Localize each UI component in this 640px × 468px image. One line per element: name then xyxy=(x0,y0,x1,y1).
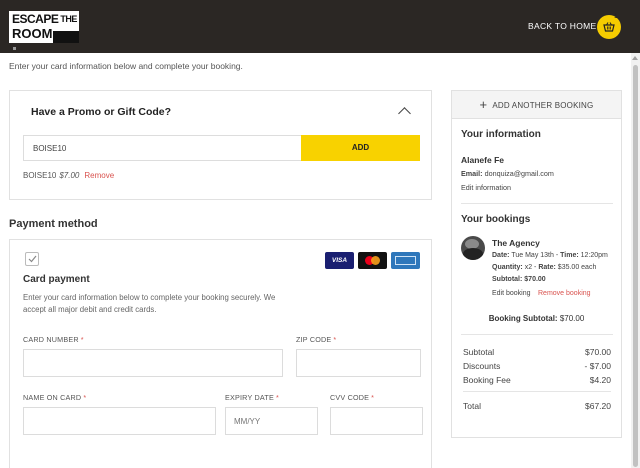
your-bookings-heading: Your bookings xyxy=(461,214,531,225)
summary-row-subtotal: Subtotal $70.00 xyxy=(463,347,611,357)
booking-subtotal-line: Subtotal: $70.00 xyxy=(492,276,546,283)
expiry-date-label: EXPIRY DATE * xyxy=(225,393,279,402)
logo-text-room: ROOM xyxy=(12,26,53,41)
card-payment-description: Enter your card information below to com… xyxy=(23,293,276,314)
customer-name: Alanefe Fe xyxy=(461,155,504,165)
card-number-label: CARD NUMBER * xyxy=(23,335,84,344)
add-promo-button[interactable]: ADD xyxy=(301,135,420,161)
your-information-heading: Your information xyxy=(461,129,541,140)
edit-booking-link[interactable]: Edit booking xyxy=(492,290,531,297)
cart-button[interactable] xyxy=(597,15,621,39)
booking-thumbnail xyxy=(461,236,485,260)
card-payment-checkbox[interactable] xyxy=(25,252,39,266)
card-payment-panel: Card payment Enter your card information… xyxy=(9,239,432,468)
name-on-card-label: NAME ON CARD * xyxy=(23,393,87,402)
remove-booking-link[interactable]: Remove booking xyxy=(538,290,591,297)
cvv-code-input[interactable] xyxy=(330,407,423,435)
back-to-home-link[interactable]: BACK TO HOME xyxy=(528,21,596,31)
escape-the-room-logo[interactable]: ESCAPE THE ROOM xyxy=(9,11,79,43)
cvv-code-label: CVV CODE * xyxy=(330,393,375,402)
promo-code-panel: Have a Promo or Gift Code? ADD BOISE10$7… xyxy=(9,90,432,200)
booking-title: The Agency xyxy=(492,238,540,248)
summary-row-booking-fee: Booking Fee $4.20 xyxy=(463,375,611,385)
divider xyxy=(463,391,611,392)
mastercard-icon xyxy=(358,252,387,269)
divider xyxy=(461,334,613,335)
applied-promo: BOISE10 $7.00 Remove xyxy=(23,171,114,180)
intro-text: Enter your card information below and co… xyxy=(9,61,243,71)
cart-count-badge: 1 xyxy=(614,14,618,20)
promo-code-input[interactable] xyxy=(23,135,302,161)
booking-subtotal: Booking Subtotal: $70.00 xyxy=(488,314,585,323)
applied-amount: $7.00 xyxy=(59,171,80,180)
customer-email: Email: donquiza@gmail.com xyxy=(461,169,554,178)
divider xyxy=(461,203,613,204)
summary-row-total: Total $67.20 xyxy=(463,401,611,411)
summary-row-discounts: Discounts - $7.00 xyxy=(463,361,611,371)
partial-heading-fragment xyxy=(13,47,16,50)
chevron-up-icon[interactable] xyxy=(398,107,411,120)
logo-text: ESCAPE THE xyxy=(12,12,77,26)
scroll-thumb[interactable] xyxy=(633,65,638,467)
page-scrollbar[interactable] xyxy=(631,53,640,468)
promo-title: Have a Promo or Gift Code? xyxy=(31,106,172,118)
applied-code: BOISE10 xyxy=(23,171,57,180)
zip-code-label: ZIP CODE * xyxy=(296,335,337,344)
booking-quantity-rate: Quantity: x2 - Rate: $35.00 each xyxy=(492,264,597,271)
payment-method-heading: Payment method xyxy=(9,218,98,230)
booking-summary-sidebar: + ADD ANOTHER BOOKING Your information Al… xyxy=(451,90,622,438)
card-payment-title: Card payment xyxy=(23,274,90,285)
add-another-booking-button[interactable]: + ADD ANOTHER BOOKING xyxy=(452,91,621,119)
basket-icon xyxy=(603,22,615,32)
name-on-card-input[interactable] xyxy=(23,407,216,435)
remove-promo-link[interactable]: Remove xyxy=(84,171,114,180)
edit-information-link[interactable]: Edit information xyxy=(461,183,511,192)
scroll-up-arrow-icon[interactable] xyxy=(632,56,638,60)
zip-code-input[interactable] xyxy=(296,349,421,377)
plus-icon: + xyxy=(479,97,488,112)
expiry-date-input[interactable] xyxy=(225,407,318,435)
card-number-input[interactable] xyxy=(23,349,283,377)
site-header: ESCAPE THE ROOM BACK TO HOME 1 xyxy=(0,0,640,53)
booking-date-time: Date: Tue May 13th - Time: 12:20pm xyxy=(492,252,608,259)
check-icon xyxy=(28,255,37,263)
logo-block xyxy=(53,31,79,43)
visa-icon: VISA xyxy=(325,252,354,269)
amex-icon xyxy=(391,252,420,269)
